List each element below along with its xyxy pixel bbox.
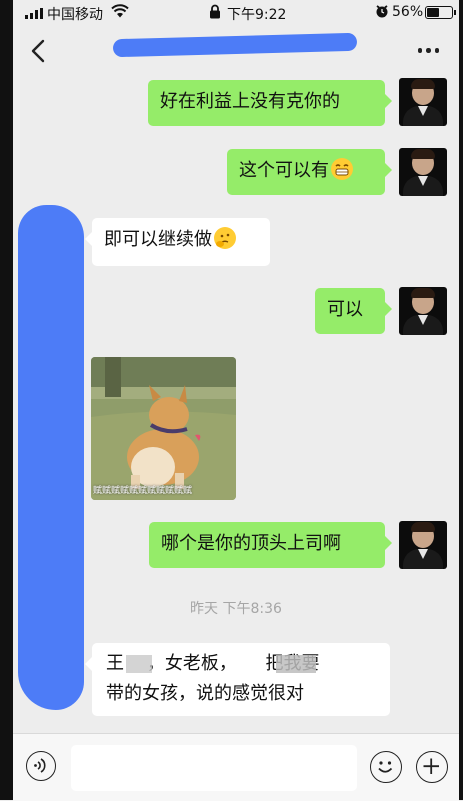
message-text-line: 带的女孩，说的感觉很对 bbox=[106, 683, 304, 704]
input-bar bbox=[13, 733, 459, 801]
my-avatar[interactable] bbox=[399, 148, 447, 196]
text-redaction-blur bbox=[126, 655, 152, 673]
carrier-label: 中国移动 bbox=[47, 7, 103, 23]
signal-icon bbox=[25, 8, 43, 19]
status-bar: 中国移动 下午9:22 56% bbox=[13, 0, 459, 26]
my-avatar[interactable] bbox=[399, 78, 447, 126]
grin-emoji-icon bbox=[331, 158, 353, 180]
chat-header bbox=[13, 26, 459, 76]
message-text: 好在利益上没有克你的 bbox=[160, 91, 340, 112]
outgoing-message-bubble[interactable]: 哪个是你的顶头上司啊 bbox=[149, 522, 392, 568]
avatar-redaction-scribble bbox=[18, 205, 84, 710]
back-icon[interactable] bbox=[27, 38, 51, 64]
more-icon[interactable] bbox=[417, 48, 439, 53]
my-avatar[interactable] bbox=[399, 287, 447, 335]
text-redaction-blur bbox=[276, 655, 316, 673]
outgoing-message-bubble[interactable]: 好在利益上没有克你的 bbox=[148, 80, 392, 126]
message-text: 这个可以有 bbox=[239, 160, 329, 181]
message-input[interactable] bbox=[71, 745, 357, 791]
incoming-message-bubble[interactable]: 即可以继续做 bbox=[85, 218, 270, 266]
outgoing-message-bubble[interactable]: 可以 bbox=[315, 288, 392, 334]
lock-icon bbox=[209, 4, 221, 23]
outgoing-message-bubble[interactable]: 这个可以有 bbox=[227, 149, 392, 195]
message-text: 哪个是你的顶头上司啊 bbox=[161, 533, 341, 554]
frame-left-edge bbox=[0, 0, 13, 800]
my-avatar[interactable] bbox=[399, 521, 447, 569]
dog-sticker-image[interactable]: 赋赋赋赋赋赋赋赋赋赋赋 bbox=[91, 357, 236, 500]
emoji-icon[interactable] bbox=[370, 751, 402, 783]
battery-percent: 56% bbox=[392, 4, 424, 20]
message-text: 可以 bbox=[327, 299, 363, 320]
battery-icon bbox=[425, 6, 456, 19]
sticker-caption: 赋赋赋赋赋赋赋赋赋赋赋 bbox=[93, 486, 193, 496]
thinking-emoji-icon bbox=[214, 227, 236, 249]
plus-icon[interactable] bbox=[416, 751, 448, 783]
wifi-icon bbox=[111, 4, 129, 22]
frame-right-edge bbox=[459, 0, 463, 800]
alarm-icon bbox=[375, 4, 389, 23]
incoming-message-bubble[interactable]: 王 ，女老板， 把我要 带的女孩，说的感觉很对 bbox=[85, 643, 390, 716]
voice-icon[interactable] bbox=[26, 751, 56, 781]
message-text: 即可以继续做 bbox=[104, 229, 212, 250]
status-time: 下午9:22 bbox=[227, 7, 287, 23]
